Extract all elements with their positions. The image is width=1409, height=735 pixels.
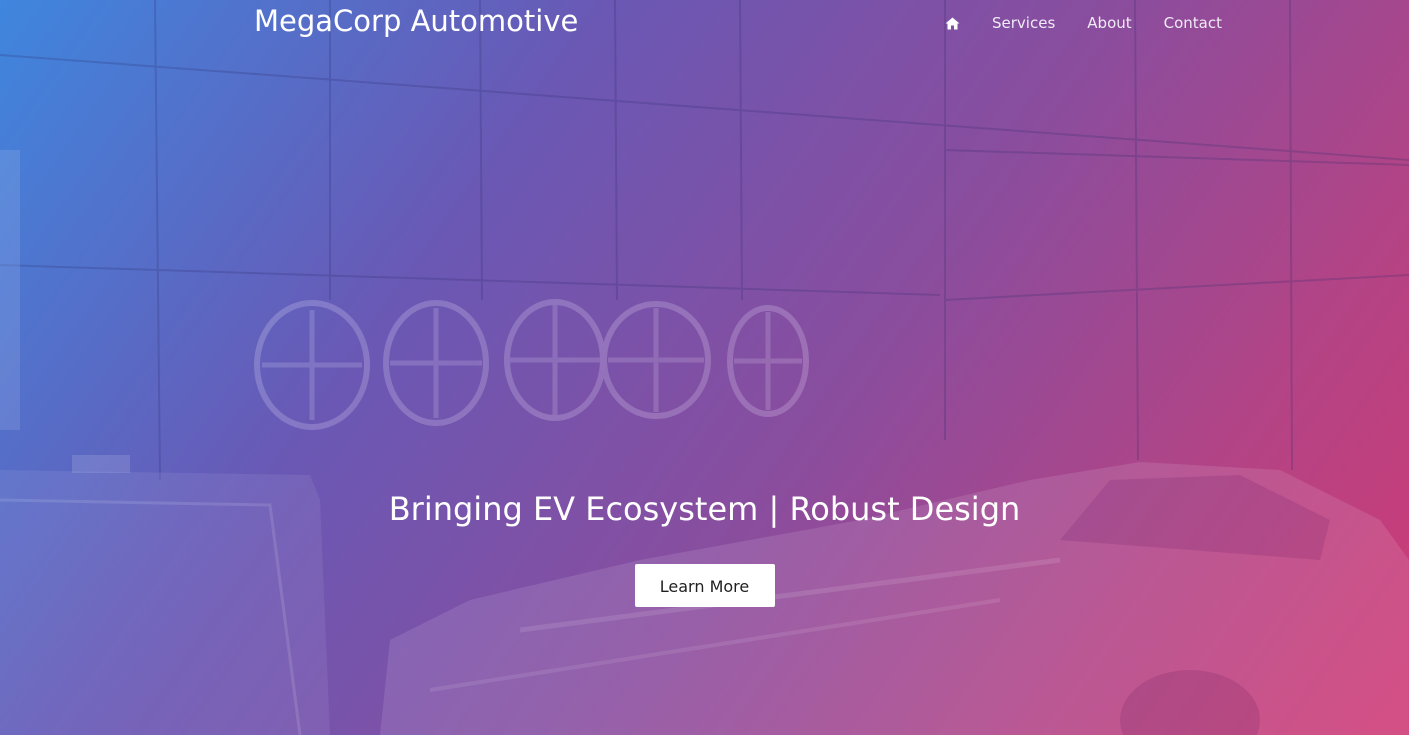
home-icon (945, 17, 960, 29)
hero-background-image (0, 0, 1409, 735)
brand-logo-link[interactable]: MegaCorp Automotive (254, 4, 578, 38)
nav-links: Services About Contact (945, 0, 1222, 46)
nav-link-services[interactable]: Services (992, 14, 1055, 32)
navbar: MegaCorp Automotive Services About Conta… (0, 0, 1409, 46)
hero-content: Bringing EV Ecosystem | Robust Design Le… (0, 490, 1409, 607)
nav-home-link[interactable] (945, 17, 960, 30)
hero-section: MegaCorp Automotive Services About Conta… (0, 0, 1409, 735)
nav-link-about[interactable]: About (1087, 14, 1131, 32)
nav-link-contact[interactable]: Contact (1164, 14, 1222, 32)
hero-headline: Bringing EV Ecosystem | Robust Design (388, 490, 1021, 528)
learn-more-button[interactable]: Learn More (634, 564, 775, 607)
